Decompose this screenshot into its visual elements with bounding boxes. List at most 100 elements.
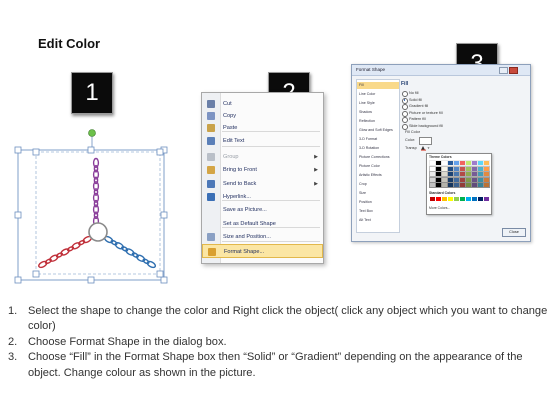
theme-color-swatch[interactable] [453, 160, 460, 166]
menu-item-paste[interactable]: Paste [202, 121, 323, 135]
theme-color-swatch[interactable] [429, 165, 436, 172]
theme-color-swatch[interactable] [429, 182, 436, 188]
color-picker-button[interactable] [419, 137, 432, 151]
theme-color-swatch[interactable] [465, 171, 472, 177]
theme-color-swatch[interactable] [441, 160, 448, 166]
theme-color-swatch[interactable] [429, 171, 436, 177]
radio-gradient-fill[interactable]: Gradient fill [402, 103, 428, 110]
radio-picture-or-texture-fill[interactable]: Picture or texture fill [402, 110, 443, 117]
resize-handle[interactable] [87, 276, 95, 284]
resize-handle[interactable] [14, 276, 22, 284]
resize-handle[interactable] [156, 270, 164, 278]
help-icon[interactable] [499, 67, 508, 74]
nav-item-crop[interactable]: Crop [357, 181, 399, 188]
theme-color-swatch[interactable] [453, 176, 460, 183]
theme-color-swatch[interactable] [435, 171, 442, 177]
theme-color-swatch[interactable] [483, 171, 490, 177]
nav-item-text-box[interactable]: Text Box [357, 208, 399, 215]
theme-color-swatch[interactable] [441, 182, 448, 188]
theme-color-swatch[interactable] [459, 182, 466, 188]
nav-item-line-color[interactable]: Line Color [357, 91, 399, 98]
nav-item-glow-and-soft-edges[interactable]: Glow and Soft Edges [357, 127, 399, 134]
menu-item-group[interactable]: Group ▶ [202, 150, 323, 164]
radio-no-fill[interactable]: No fill [402, 90, 419, 97]
theme-color-swatch[interactable] [435, 176, 442, 183]
theme-color-swatch[interactable] [447, 165, 454, 172]
theme-color-swatch[interactable] [447, 182, 454, 188]
standard-color-swatch[interactable] [460, 197, 465, 201]
theme-color-swatch[interactable] [483, 176, 490, 183]
resize-handle[interactable] [14, 146, 22, 154]
theme-color-swatch[interactable] [471, 165, 478, 172]
theme-color-swatch[interactable] [435, 160, 442, 166]
theme-color-swatch[interactable] [471, 160, 478, 166]
theme-color-swatch[interactable] [471, 182, 478, 188]
resize-handle[interactable] [32, 148, 40, 156]
resize-handle[interactable] [160, 276, 168, 284]
theme-color-swatch[interactable] [435, 165, 442, 172]
theme-color-swatch[interactable] [459, 176, 466, 183]
theme-color-swatch[interactable] [465, 160, 472, 166]
nav-item-size[interactable]: Size [357, 190, 399, 197]
selected-chain-shape[interactable] [10, 120, 180, 290]
theme-color-swatch[interactable] [435, 182, 442, 188]
standard-color-swatch[interactable] [430, 197, 435, 201]
theme-color-swatch[interactable] [477, 160, 484, 166]
theme-color-swatch[interactable] [459, 171, 466, 177]
theme-color-swatch[interactable] [465, 182, 472, 188]
theme-color-swatch[interactable] [471, 171, 478, 177]
theme-color-swatch[interactable] [447, 176, 454, 183]
theme-color-swatch[interactable] [477, 171, 484, 177]
standard-color-swatch[interactable] [478, 197, 483, 201]
theme-color-swatch[interactable] [477, 182, 484, 188]
theme-color-swatch[interactable] [453, 182, 460, 188]
menu-item-save-as-picture[interactable]: Save as Picture... [202, 203, 323, 217]
radio-slide-background-fill[interactable]: Slide background fill [402, 123, 443, 130]
theme-color-swatch[interactable] [465, 165, 472, 172]
nav-item-fill[interactable]: Fill [357, 82, 399, 89]
nav-item-3-d-rotation[interactable]: 3-D Rotation [357, 145, 399, 152]
standard-color-swatch[interactable] [448, 197, 453, 201]
menu-item-hyperlink[interactable]: Hyperlink... [202, 190, 323, 204]
nav-item-line-style[interactable]: Line Style [357, 100, 399, 107]
resize-handle[interactable] [156, 148, 164, 156]
menu-item-bring-to-front[interactable]: Bring to Front ▶ [202, 163, 323, 177]
resize-handle[interactable] [160, 211, 168, 219]
nav-item-picture-corrections[interactable]: Picture Corrections [357, 154, 399, 161]
standard-color-swatch[interactable] [484, 197, 489, 201]
theme-color-swatch[interactable] [441, 171, 448, 177]
theme-color-swatch[interactable] [483, 182, 490, 188]
radio-pattern-fill[interactable]: Pattern fill [402, 116, 426, 123]
more-colors-link[interactable]: More Colors... [429, 206, 450, 210]
nav-item-reflection[interactable]: Reflection [357, 118, 399, 125]
standard-color-swatch[interactable] [436, 197, 441, 201]
theme-color-swatch[interactable] [483, 160, 490, 166]
radio-solid-fill[interactable]: Solid fill [402, 97, 422, 104]
resize-handle[interactable] [87, 146, 95, 154]
resize-handle[interactable] [32, 270, 40, 278]
nav-item-3-d-format[interactable]: 3-D Format [357, 136, 399, 143]
close-icon[interactable] [509, 67, 518, 74]
standard-color-swatch[interactable] [466, 197, 471, 201]
rotate-handle[interactable] [88, 129, 96, 137]
theme-color-swatch[interactable] [453, 171, 460, 177]
theme-color-swatch[interactable] [441, 165, 448, 172]
standard-color-swatch[interactable] [472, 197, 477, 201]
theme-color-swatch[interactable] [477, 176, 484, 183]
theme-color-swatch[interactable] [429, 176, 436, 183]
nav-item-artistic-effects[interactable]: Artistic Effects [357, 172, 399, 179]
theme-color-swatch[interactable] [447, 160, 454, 166]
theme-color-swatch[interactable] [429, 160, 436, 166]
theme-color-swatch[interactable] [471, 176, 478, 183]
standard-color-swatch[interactable] [442, 197, 447, 201]
nav-item-picture-color[interactable]: Picture Color [357, 163, 399, 170]
theme-color-swatch[interactable] [465, 176, 472, 183]
theme-color-swatch[interactable] [447, 171, 454, 177]
theme-color-swatch[interactable] [477, 165, 484, 172]
menu-item-format-shape[interactable]: Format Shape... [202, 244, 323, 258]
nav-item-position[interactable]: Position [357, 199, 399, 206]
menu-item-send-to-back[interactable]: Send to Back ▶ [202, 177, 323, 191]
resize-handle[interactable] [14, 211, 22, 219]
theme-color-swatch[interactable] [459, 160, 466, 166]
nav-item-alt-text[interactable]: Alt Text [357, 217, 399, 224]
